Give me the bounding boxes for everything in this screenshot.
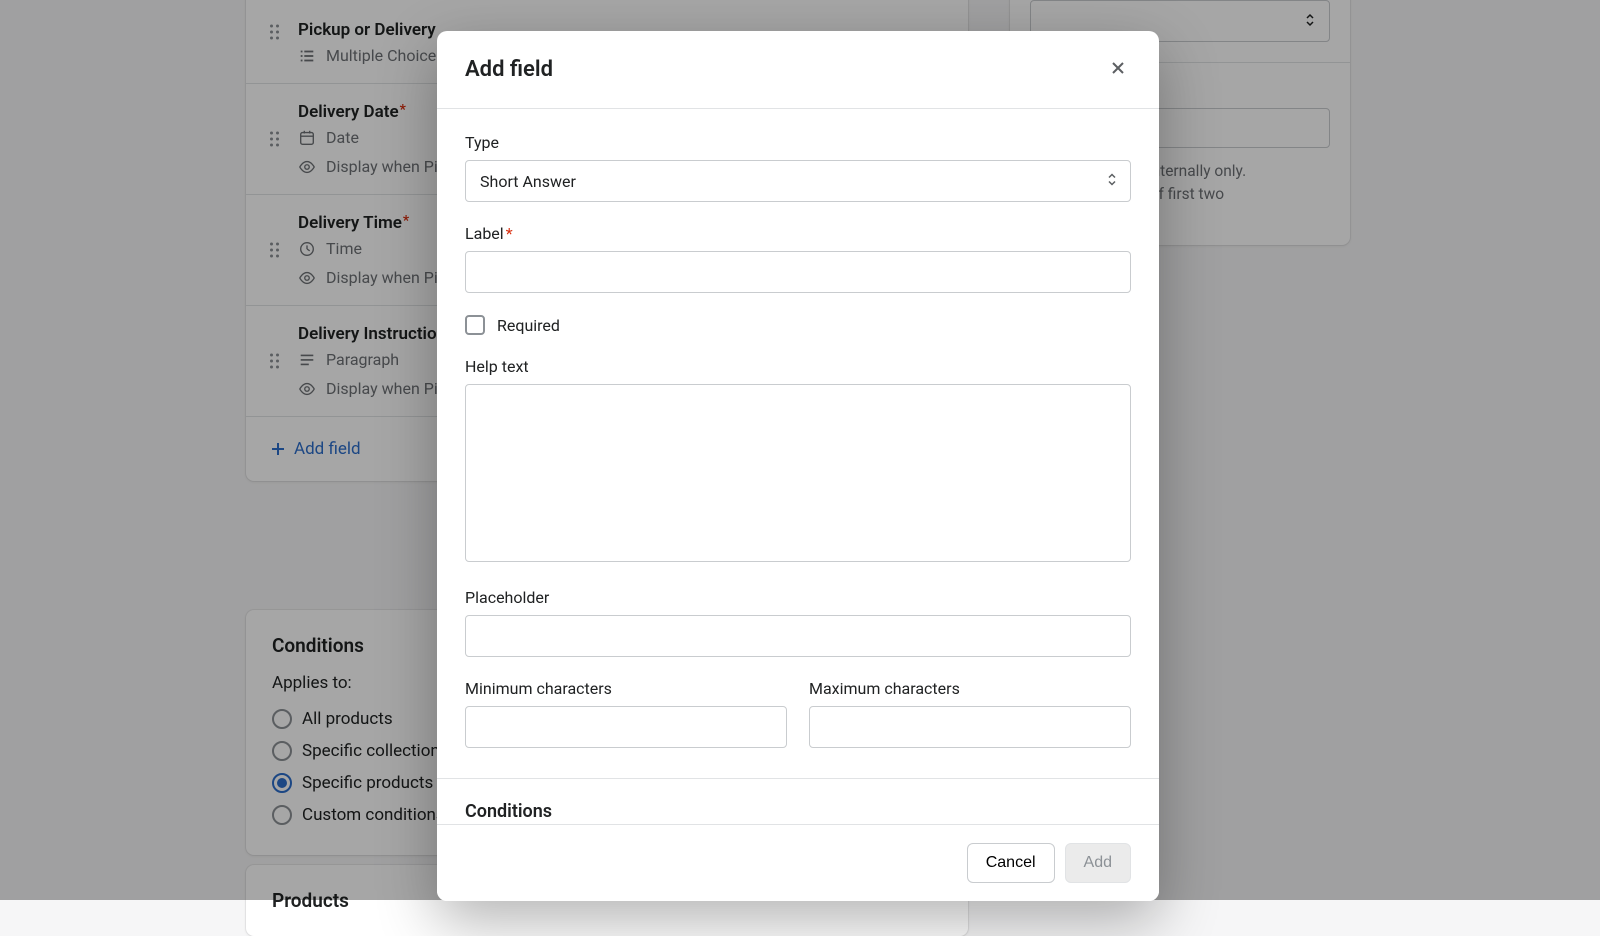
close-button[interactable] (1105, 55, 1131, 84)
placeholder-input[interactable] (465, 615, 1131, 657)
modal-body: Type Short Answer Label* Required He (437, 109, 1159, 824)
cancel-button[interactable]: Cancel (967, 843, 1055, 883)
add-button[interactable]: Add (1065, 843, 1131, 883)
modal-header: Add field (437, 31, 1159, 109)
type-value: Short Answer (480, 172, 576, 191)
add-field-modal: Add field Type Short Answer Label* (437, 31, 1159, 901)
checkbox-icon (465, 315, 485, 335)
placeholder-label: Placeholder (465, 588, 1131, 607)
help-text-label: Help text (465, 357, 1131, 376)
min-chars-label: Minimum characters (465, 679, 787, 698)
max-chars-label: Maximum characters (809, 679, 1131, 698)
close-icon (1109, 59, 1127, 77)
label-input[interactable] (465, 251, 1131, 293)
min-chars-input[interactable] (465, 706, 787, 748)
type-select[interactable]: Short Answer (465, 160, 1131, 202)
label-label: Label* (465, 224, 1131, 243)
required-label: Required (497, 316, 560, 335)
modal-conditions-section: Conditions Add condition (437, 778, 1159, 824)
max-chars-input[interactable] (809, 706, 1131, 748)
help-text-input[interactable] (465, 384, 1131, 562)
select-caret-icon (1105, 172, 1119, 191)
type-label: Type (465, 133, 1131, 152)
modal-footer: Cancel Add (437, 824, 1159, 901)
modal-title: Add field (465, 57, 553, 82)
required-checkbox-row[interactable]: Required (465, 315, 1131, 335)
conditions-heading: Conditions (465, 801, 1131, 822)
